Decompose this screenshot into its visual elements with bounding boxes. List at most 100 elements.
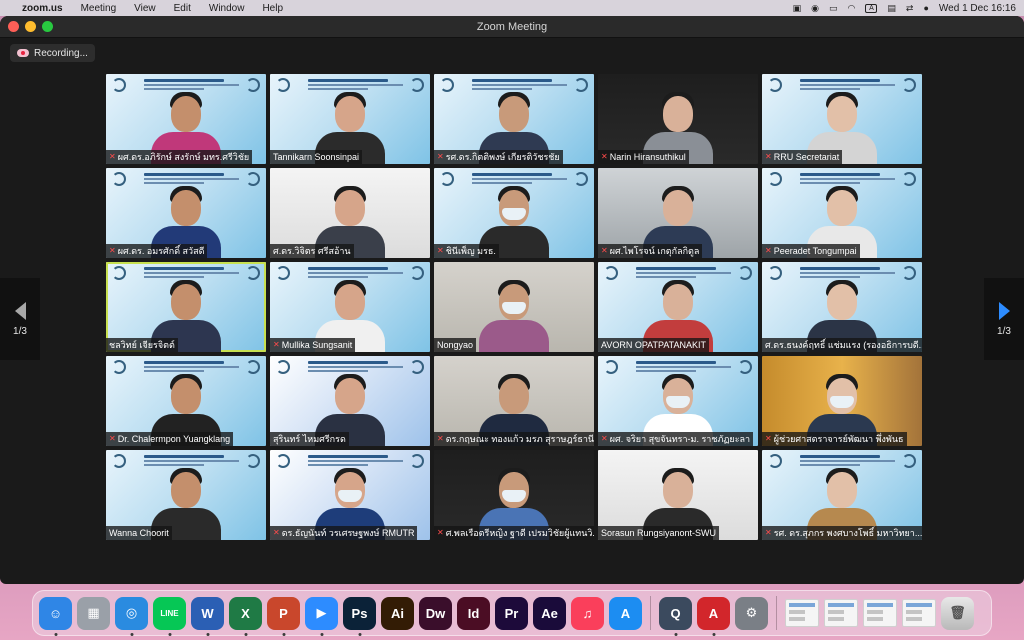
participant-name-tag: ✕ Peeradet Tongumpai xyxy=(762,244,860,258)
safari-icon[interactable]: ◎ xyxy=(115,596,148,630)
window-title: Zoom Meeting xyxy=(476,20,548,33)
zoom-window-button[interactable] xyxy=(42,21,53,32)
recent-document-thumbnail[interactable] xyxy=(863,599,897,627)
participant-tile[interactable]: ✕ RRU Secretariat xyxy=(762,74,922,164)
after-effects-icon[interactable]: Ae xyxy=(533,596,566,630)
participant-tile[interactable]: ✕ ดร.กฤษณะ ทองแก้ว มรภ สุราษฎร์ธานี xyxy=(434,356,594,446)
menu-clock[interactable]: Wed 1 Dec 16:16 xyxy=(939,3,1016,14)
event-logo-icon xyxy=(574,78,588,92)
participant-tile[interactable]: ✕ Mullika Sungsanit xyxy=(270,262,430,352)
participant-tile[interactable]: Sorasun Rungsiyanont-SWU xyxy=(598,450,758,540)
participant-tile[interactable]: Wanna Choorit xyxy=(106,450,266,540)
event-logo-icon xyxy=(276,266,290,280)
muted-microphone-icon: ✕ xyxy=(437,434,444,443)
participant-tile[interactable]: ศ.ดร.วิจิตร ศรีสอ้าน xyxy=(270,168,430,258)
minimize-window-button[interactable] xyxy=(25,21,36,32)
participant-name-tag: ✕ ผศ.ดร.อภิรักษ์ สงรักษ์ มทร.ศรีวิชัย xyxy=(106,150,253,164)
event-logo-icon xyxy=(276,78,290,92)
quicktime-icon[interactable]: Q xyxy=(659,596,692,630)
launchpad-icon[interactable]: ▦ xyxy=(77,596,110,630)
powerpoint-icon[interactable]: P xyxy=(267,596,300,630)
photoshop-icon[interactable]: Ps xyxy=(343,596,376,630)
participant-name: ผศ.ดร. อมรศักดิ์ สวัสดี xyxy=(117,246,205,256)
participant-tile[interactable]: ศ.ดร.ธนงค์ฤทธิ์ แช่มแรง (รองอธิการบดี... xyxy=(762,262,922,352)
system-preferences-icon[interactable]: ⚙ xyxy=(735,596,768,630)
acrobat-icon[interactable]: A xyxy=(697,596,730,630)
participant-name-tag: ✕ ผู้ช่วยศาสตราจารย์พัฒนา พึ่งพันธ xyxy=(762,432,907,446)
recent-document-thumbnail[interactable] xyxy=(824,599,858,627)
participant-tile[interactable]: ✕ ผศ.ดร. อมรศักดิ์ สวัสดี xyxy=(106,168,266,258)
arrow-left-icon xyxy=(14,301,26,320)
muted-microphone-icon: ✕ xyxy=(437,152,444,161)
participant-name-tag: ✕ ผศ.ดร. อมรศักดิ์ สวัสดี xyxy=(106,244,208,258)
gallery-view: ✕ ผศ.ดร.อภิรักษ์ สงรักษ์ มทร.ศรีวิชัย Tann… xyxy=(106,74,922,540)
siri-icon[interactable]: ● xyxy=(923,3,928,13)
page-indicator-left: 1/3 xyxy=(13,325,27,337)
dock-icon-glyph: A xyxy=(620,605,631,621)
zoom-status-icon[interactable]: ▣ xyxy=(793,3,802,14)
participant-tile[interactable]: ✕ Dr. Chalermpon Yuangklang xyxy=(106,356,266,446)
dock-icon-glyph: ◎ xyxy=(125,605,138,620)
participant-tile[interactable]: ✕ ผศ.ไพโรจน์ เกตุกัลกิตูล xyxy=(598,168,758,258)
zoom-icon[interactable]: ▶ xyxy=(305,596,338,630)
line-icon[interactable]: LINE xyxy=(153,596,186,630)
dreamweaver-icon[interactable]: Dw xyxy=(419,596,452,630)
battery-icon[interactable]: ▭ xyxy=(829,3,838,14)
participant-tile[interactable]: ✕ ผู้ช่วยศาสตราจารย์พัฒนา พึ่งพันธ xyxy=(762,356,922,446)
toggle-icon[interactable]: ⇄ xyxy=(906,3,914,14)
participant-tile[interactable]: ✕ Peeradet Tongumpai xyxy=(762,168,922,258)
recording-indicator[interactable]: Recording... xyxy=(10,44,95,62)
previous-page-button[interactable]: 1/3 xyxy=(0,278,40,360)
input-source-icon[interactable]: A xyxy=(865,3,878,13)
participant-name: Mullika Sungsanit xyxy=(281,340,353,350)
recent-document-thumbnail[interactable] xyxy=(785,599,819,627)
participant-name: Dr. Chalermpon Yuangklang xyxy=(117,434,231,444)
indesign-icon[interactable]: Id xyxy=(457,596,490,630)
participant-tile[interactable]: AVORN OPATPATANAKIT xyxy=(598,262,758,352)
recent-document-thumbnail[interactable] xyxy=(902,599,936,627)
excel-icon[interactable]: X xyxy=(229,596,262,630)
menu-meeting[interactable]: Meeting xyxy=(81,3,117,14)
screen-record-icon[interactable]: ◉ xyxy=(811,3,819,14)
participant-name: Peeradet Tongumpai xyxy=(773,246,857,256)
participant-tile[interactable]: ✕ รศ. ดร.สุภกร พงศบางโพธิ์ มหาวิทยา... xyxy=(762,450,922,540)
wifi-icon[interactable]: ◠ xyxy=(848,3,856,14)
window-controls xyxy=(8,21,53,32)
control-center-icon[interactable]: ▤ xyxy=(887,3,896,14)
participant-tile[interactable]: ชลวิทย์ เจียรจิตต์ xyxy=(106,262,266,352)
participant-tile[interactable]: ✕ Narin Hiransuthikul xyxy=(598,74,758,164)
finder-icon[interactable]: ☺ xyxy=(39,596,72,630)
premiere-icon[interactable]: Pr xyxy=(495,596,528,630)
menu-view[interactable]: View xyxy=(134,3,156,14)
menu-window[interactable]: Window xyxy=(209,3,245,14)
participant-tile[interactable]: สุรินทร์ ไหมศรีกรด xyxy=(270,356,430,446)
dock-icon-glyph: P xyxy=(279,605,288,621)
illustrator-icon[interactable]: Ai xyxy=(381,596,414,630)
dock-separator xyxy=(650,596,651,630)
event-logo-icon xyxy=(768,78,782,92)
menu-edit[interactable]: Edit xyxy=(174,3,191,14)
dock-icon-glyph: ♫ xyxy=(582,605,593,621)
word-icon[interactable]: W xyxy=(191,596,224,630)
muted-microphone-icon: ✕ xyxy=(765,528,772,537)
participant-tile[interactable]: ✕ ผศ. จริยา สุขจันทรา-ม. ราชภัฏยะลา xyxy=(598,356,758,446)
event-logo-icon xyxy=(738,266,752,280)
music-icon[interactable]: ♫ xyxy=(571,596,604,630)
participant-tile[interactable]: Tannikarn Soonsinpai xyxy=(270,74,430,164)
app-store-icon[interactable]: A xyxy=(609,596,642,630)
participant-tile[interactable]: ✕ รศ.ดร.กิตติพงษ์ เกียรติวัชรชัย xyxy=(434,74,594,164)
next-page-button[interactable]: 1/3 xyxy=(984,278,1024,360)
trash-icon[interactable]: 🗑 xyxy=(941,596,974,630)
event-logo-icon xyxy=(604,266,618,280)
participant-tile[interactable]: ✕ ผศ.ดร.อภิรักษ์ สงรักษ์ มทร.ศรีวิชัย xyxy=(106,74,266,164)
event-logo-icon xyxy=(276,454,290,468)
muted-microphone-icon: ✕ xyxy=(601,434,608,443)
app-menu[interactable]: zoom.us xyxy=(22,3,63,14)
participant-tile[interactable]: ✕ ศ.พลเรือตรีหญิง ฐาดี เปรมวิชัยผู้แทนวิ.… xyxy=(434,450,594,540)
close-window-button[interactable] xyxy=(8,21,19,32)
menu-help[interactable]: Help xyxy=(262,3,283,14)
participant-name: ผศ.ดร.อภิรักษ์ สงรักษ์ มทร.ศรีวิชัย xyxy=(117,152,250,162)
participant-tile[interactable]: Nongyao xyxy=(434,262,594,352)
participant-tile[interactable]: ✕ ดร.ธัญนันท์ วรเศรษฐพงษ์ RMUTR xyxy=(270,450,430,540)
participant-tile[interactable]: ✕ ชินีเพ็ญ มรธ. xyxy=(434,168,594,258)
